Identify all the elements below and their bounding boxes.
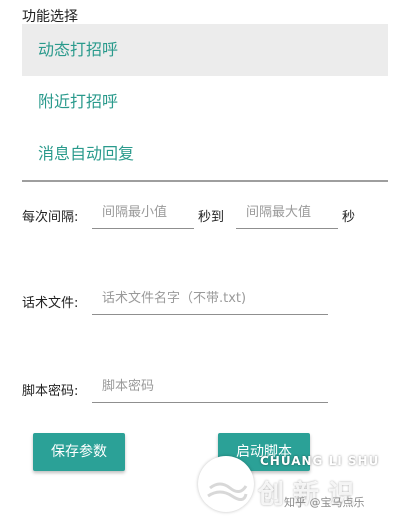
start-script-button[interactable]: 启动脚本 [218, 433, 310, 471]
menu-item-label: 附近打招呼 [38, 92, 119, 111]
password-label: 脚本密码: [22, 384, 79, 399]
interval-label: 每次间隔: [22, 210, 79, 225]
password-input[interactable] [92, 372, 328, 400]
script-file-field[interactable] [92, 284, 328, 315]
menu-item-label: 动态打招呼 [38, 40, 119, 59]
interval-min-input[interactable] [92, 198, 194, 226]
interval-max-field[interactable] [236, 198, 338, 229]
interval-min-field[interactable] [92, 198, 194, 229]
function-menu: 动态打招呼 附近打招呼 消息自动回复 [22, 24, 388, 182]
interval-max-input[interactable] [236, 198, 338, 226]
seconds-to-label: 秒到 [198, 210, 225, 225]
menu-item-dynamic-greet[interactable]: 动态打招呼 [22, 24, 388, 76]
password-field[interactable] [92, 372, 328, 403]
watermark-brand-chinese: 创 新 识 [258, 480, 355, 510]
function-select-label: 功能选择 [22, 9, 78, 25]
watermark-zhihu-credit: 知乎 @宝马点乐 [284, 496, 365, 509]
save-params-button[interactable]: 保存参数 [33, 433, 125, 471]
script-file-input[interactable] [92, 284, 328, 312]
menu-item-nearby-greet[interactable]: 附近打招呼 [22, 76, 388, 128]
seconds-unit-label: 秒 [342, 210, 356, 225]
script-file-label: 话术文件: [22, 296, 79, 311]
menu-item-label: 消息自动回复 [38, 144, 135, 163]
menu-item-auto-reply[interactable]: 消息自动回复 [22, 128, 388, 180]
